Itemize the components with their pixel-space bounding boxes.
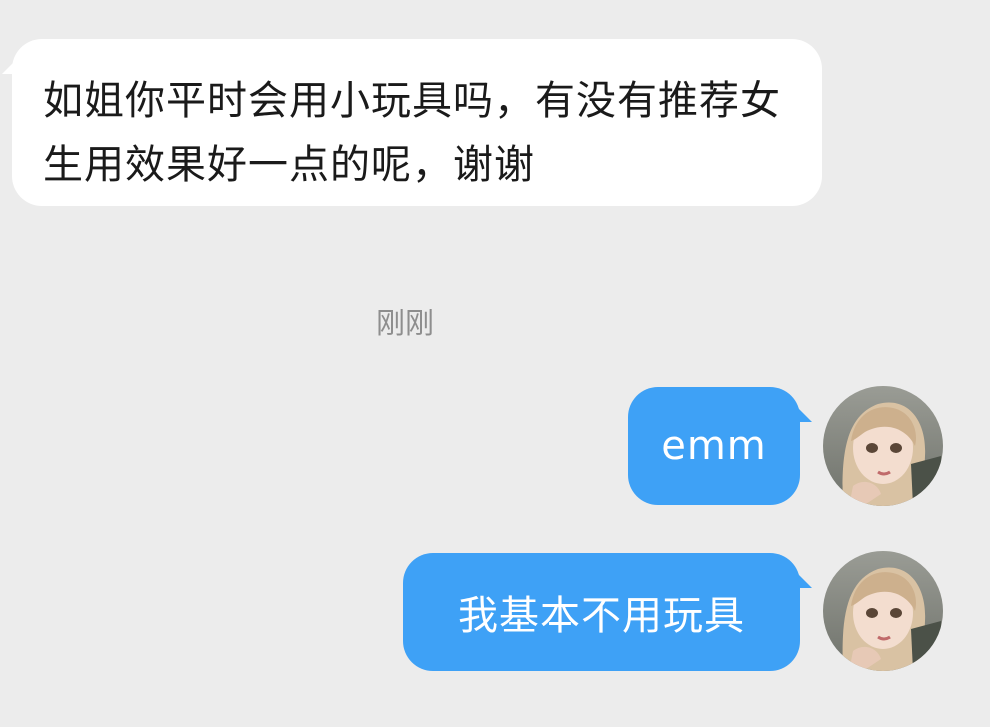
avatar[interactable] xyxy=(823,551,943,671)
message-timestamp: 刚刚 xyxy=(375,306,434,340)
outgoing-message-text: 我基本不用玩具 xyxy=(458,593,745,639)
outgoing-bubble-tail xyxy=(790,566,812,588)
outgoing-message-bubble[interactable]: emm xyxy=(628,387,800,505)
user-avatar-icon xyxy=(823,551,943,671)
outgoing-bubble-tail xyxy=(790,400,812,422)
user-avatar-icon xyxy=(823,386,943,506)
avatar[interactable] xyxy=(823,386,943,506)
incoming-message-text: 如姐你平时会用小玩具吗，有没有推荐女生用效果好一点的呢，谢谢 xyxy=(43,78,781,188)
incoming-message-bubble[interactable]: 如姐你平时会用小玩具吗，有没有推荐女生用效果好一点的呢，谢谢 xyxy=(12,39,822,206)
outgoing-message-bubble[interactable]: 我基本不用玩具 xyxy=(403,553,800,671)
outgoing-message-text: emm xyxy=(661,423,767,469)
incoming-bubble-tail xyxy=(2,52,24,74)
